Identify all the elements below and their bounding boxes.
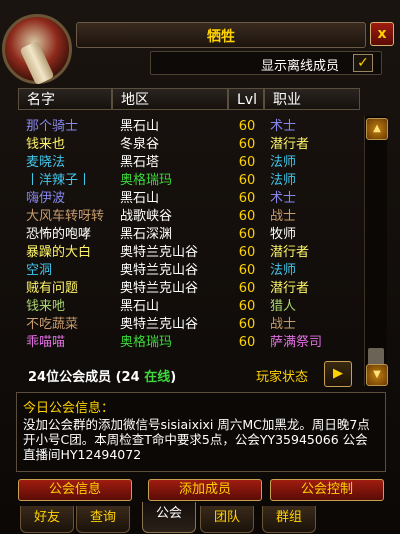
- tab-1[interactable]: 查询: [76, 506, 130, 533]
- tab-2[interactable]: 公会: [142, 502, 196, 533]
- roster-row[interactable]: 那个骑士 黑石山 60 术士: [20, 118, 358, 136]
- member-zone: 黑石山: [120, 191, 160, 206]
- member-level: 60: [238, 155, 256, 170]
- member-zone: 奥特兰克山谷: [120, 263, 199, 278]
- member-name: 不吃蔬菜: [26, 317, 79, 332]
- member-class: 法师: [270, 263, 297, 278]
- online-label: 在线: [144, 370, 171, 385]
- member-class: 猎人: [270, 299, 297, 314]
- roster-row[interactable]: 贼有问题 奥特兰克山谷 60 潜行者: [20, 280, 358, 298]
- roster-row[interactable]: 不吃蔬菜 奥特兰克山谷 60 战士: [20, 316, 358, 334]
- motd-title: 今日公会信息：: [23, 401, 115, 416]
- tab-3[interactable]: 团队: [200, 506, 254, 533]
- member-level: 60: [238, 191, 256, 206]
- member-zone: 奥特兰克山谷: [120, 245, 199, 260]
- member-count-close: ): [170, 370, 177, 385]
- member-class: 法师: [270, 173, 297, 188]
- show-offline-toggle[interactable]: 显示离线成员 ✓: [150, 51, 382, 75]
- member-class: 潜行者: [270, 137, 310, 152]
- member-name: 恐怖的咆哮: [26, 227, 92, 242]
- roster-row[interactable]: 嗨伊波 黑石山 60 术士: [20, 190, 358, 208]
- member-zone: 黑石山: [120, 119, 160, 134]
- member-name: 那个骑士: [26, 119, 79, 134]
- member-level: 60: [238, 281, 256, 296]
- member-zone: 战歌峡谷: [120, 209, 173, 224]
- close-button[interactable]: x: [370, 22, 394, 46]
- tab-0[interactable]: 好友: [20, 506, 74, 533]
- member-level: 60: [238, 119, 256, 134]
- member-zone: 黑石山: [120, 299, 160, 314]
- member-name: 钱来吔: [26, 299, 66, 314]
- member-class: 潜行者: [270, 245, 310, 260]
- scroll-up-button[interactable]: ▲: [366, 118, 388, 140]
- member-class: 法师: [270, 155, 297, 170]
- member-level: 60: [238, 317, 256, 332]
- player-status-label: 玩家状态: [256, 370, 309, 385]
- member-zone: 奥格瑞玛: [120, 335, 173, 350]
- column-header-level[interactable]: Lvl: [228, 88, 264, 110]
- member-level: 60: [238, 299, 256, 314]
- member-zone: 黑石深渊: [120, 227, 173, 242]
- member-class: 术士: [270, 191, 297, 206]
- roster-row[interactable]: 钱来也 冬泉谷 60 潜行者: [20, 136, 358, 154]
- add-member-button[interactable]: 添加成员: [148, 479, 262, 501]
- roster-row[interactable]: 丨洋辣子丨 奥格瑞玛 60 法师: [20, 172, 358, 190]
- member-name: 嗨伊波: [26, 191, 66, 206]
- member-class: 萨满祭司: [270, 335, 323, 350]
- roster-row[interactable]: 暴躁的大白 奥特兰克山谷 60 潜行者: [20, 244, 358, 262]
- member-level: 60: [238, 227, 256, 242]
- member-zone: 冬泉谷: [120, 137, 160, 152]
- member-class: 战士: [270, 209, 297, 224]
- member-class: 牧师: [270, 227, 297, 242]
- motd-text: 没加公会群的添加微信号sisiaixixi 周六MC加黑龙。周日晚7点开小号C团…: [23, 417, 370, 462]
- member-level: 60: [238, 173, 256, 188]
- player-status-button[interactable]: ▶: [324, 361, 352, 387]
- guild-motd: 今日公会信息： 没加公会群的添加微信号sisiaixixi 周六MC加黑龙。周日…: [16, 392, 386, 472]
- member-count: 24位公会成员 (24 在线): [28, 366, 176, 385]
- roster-row[interactable]: 钱来吔 黑石山 60 猎人: [20, 298, 358, 316]
- member-class: 潜行者: [270, 281, 310, 296]
- tab-4[interactable]: 群组: [262, 506, 316, 533]
- member-level: 60: [238, 335, 256, 350]
- member-zone: 奥特兰克山谷: [120, 317, 199, 332]
- member-name: 大风车转呀转: [26, 209, 105, 224]
- roster-row[interactable]: 空洞 奥特兰克山谷 60 法师: [20, 262, 358, 280]
- scroll-down-button[interactable]: ▼: [366, 364, 388, 386]
- show-offline-label: 显示离线成员: [260, 59, 339, 74]
- member-class: 战士: [270, 317, 297, 332]
- guild-roster-list: 那个骑士 黑石山 60 术士 钱来也 冬泉谷 60 潜行者 麦晓法 黑石塔 60 法师 丨洋辣子丨 奥格瑞…: [20, 118, 358, 358]
- member-class: 术士: [270, 119, 297, 134]
- roster-scrollbar[interactable]: ▲ ▼: [364, 116, 388, 386]
- roster-row[interactable]: 恐怖的咆哮 黑石深渊 60 牧师: [20, 226, 358, 244]
- member-level: 60: [238, 263, 256, 278]
- member-name: 钱来也: [26, 137, 66, 152]
- member-name: 乖喵喵: [26, 335, 66, 350]
- guild-control-button[interactable]: 公会控制: [270, 479, 384, 501]
- column-header-class[interactable]: 职业: [264, 88, 360, 110]
- roster-row[interactable]: 麦晓法 黑石塔 60 法师: [20, 154, 358, 172]
- member-level: 60: [238, 137, 256, 152]
- member-name: 麦晓法: [26, 155, 66, 170]
- show-offline-checkbox[interactable]: ✓: [353, 54, 373, 72]
- member-name: 空洞: [26, 263, 53, 278]
- column-header-zone[interactable]: 地区: [112, 88, 228, 110]
- column-header-name[interactable]: 名字: [18, 88, 112, 110]
- guild-window: 牺牲 x 显示离线成员 ✓ 名字 地区 Lvl 职业 那个骑士 黑石山 60 术士 钱来…: [0, 0, 400, 534]
- window-title: 牺牲: [207, 29, 235, 45]
- scroll-icon: [19, 40, 55, 86]
- member-zone: 奥特兰克山谷: [120, 281, 199, 296]
- member-zone: 奥格瑞玛: [120, 173, 173, 188]
- member-name: 暴躁的大白: [26, 245, 92, 260]
- member-level: 60: [238, 245, 256, 260]
- roster-row[interactable]: 乖喵喵 奥格瑞玛 60 萨满祭司: [20, 334, 358, 352]
- guild-info-button[interactable]: 公会信息: [18, 479, 132, 501]
- guild-portrait: [2, 14, 72, 86]
- member-count-text: 24位公会成员 (24: [28, 370, 145, 385]
- member-name: 贼有问题: [26, 281, 79, 296]
- member-zone: 黑石塔: [120, 155, 160, 170]
- member-level: 60: [238, 209, 256, 224]
- roster-row[interactable]: 大风车转呀转 战歌峡谷 60 战士: [20, 208, 358, 226]
- member-name: 丨洋辣子丨: [26, 173, 92, 188]
- title-bar[interactable]: 牺牲: [76, 22, 366, 48]
